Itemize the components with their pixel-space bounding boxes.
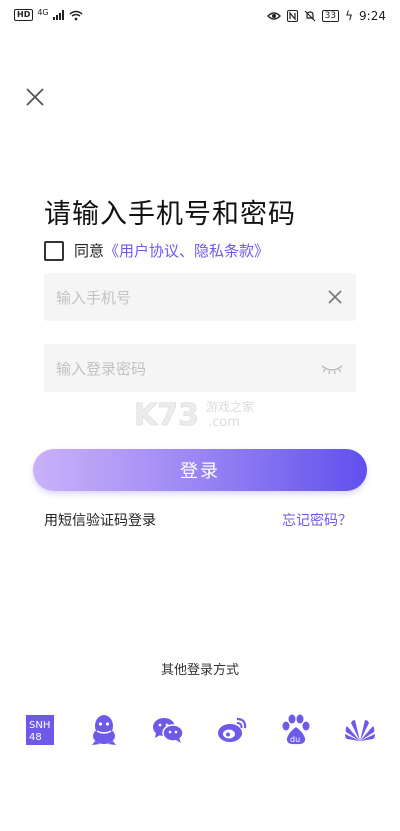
wechat-icon <box>153 718 184 743</box>
eye-closed-icon[interactable] <box>320 360 344 376</box>
huawei-login[interactable] <box>344 713 376 747</box>
qq-login[interactable] <box>88 713 120 747</box>
wechat-login[interactable] <box>152 713 184 747</box>
baidu-icon: du <box>282 714 310 745</box>
close-icon[interactable] <box>24 86 46 108</box>
signal-icon <box>52 10 64 20</box>
nfc-icon <box>286 10 298 22</box>
clock: 9:24 <box>359 9 386 23</box>
charging-icon: ϟ <box>345 9 354 23</box>
watermark-text: 游戏之家 <box>206 399 254 414</box>
agree-label: 同意 <box>74 242 105 260</box>
qq-icon <box>92 715 116 745</box>
network-type: 4G <box>37 7 49 17</box>
clear-icon[interactable] <box>326 288 344 306</box>
phone-field <box>44 273 356 323</box>
k73-watermark-logo: K73 游戏之家 .com <box>134 398 254 431</box>
sms-login-link[interactable]: 用短信验证码登录 <box>44 510 156 530</box>
social-login-row: SNH 48 du <box>24 713 384 749</box>
status-right: 33 ϟ 9:24 <box>266 9 386 23</box>
hd-badge: HD <box>14 9 34 21</box>
snh48-login[interactable]: SNH 48 <box>24 713 56 747</box>
snh48-icon: SNH 48 <box>26 715 54 745</box>
baidu-label: du <box>290 735 300 744</box>
other-login-title: 其他登录方式 <box>160 663 239 678</box>
battery-indicator: 33 <box>321 10 340 22</box>
agree-checkbox[interactable] <box>44 240 64 261</box>
page-title: 请输入手机号和密码 <box>44 199 296 230</box>
eye-comfort-icon <box>266 12 281 20</box>
login-button[interactable]: 登录 <box>33 449 367 491</box>
forgot-password-link[interactable]: 忘记密码？ <box>282 510 352 530</box>
terms-link[interactable]: 《用户协议、隐私条款》 <box>104 240 269 261</box>
watermark-domain: .com <box>208 415 240 430</box>
wifi-icon <box>69 10 83 20</box>
weibo-login[interactable] <box>216 713 248 747</box>
agreement-row: 同意 《用户协议、隐私条款》 <box>44 240 269 261</box>
phone-input[interactable] <box>54 273 308 323</box>
baidu-login[interactable]: du <box>280 713 312 747</box>
password-field <box>44 344 356 394</box>
watermark-brand: K73 <box>134 398 199 431</box>
mute-icon <box>304 10 316 22</box>
status-bar: HD 4G 33 ϟ 9:24 <box>0 0 400 34</box>
huawei-icon <box>345 720 375 741</box>
weibo-icon <box>218 717 247 742</box>
password-input[interactable] <box>54 344 308 394</box>
status-left: HD 4G <box>14 7 83 21</box>
